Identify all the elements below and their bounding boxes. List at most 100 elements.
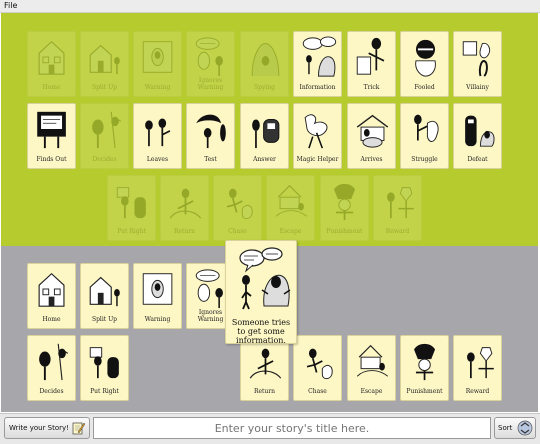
decides-illustration [92,111,122,149]
card-label: Home [42,316,61,323]
palette-card-defeat[interactable]: Defeat [453,103,502,169]
card-label: Arrives [360,156,383,163]
punishment-illustration [414,343,436,381]
story-card-escape[interactable]: Escape [347,335,396,401]
palette-card-villainy[interactable]: Villainy [453,31,502,97]
palette-card-home: Home [27,31,76,97]
chase-illustration [306,348,333,380]
information-illustration [302,36,337,77]
card-label: Decides [92,156,117,163]
put-right-illustration [89,347,119,379]
sort-label: Sort [498,424,513,432]
palette-card-chase: Chase [213,175,262,241]
card-label: Finds Out [36,156,67,163]
card-label: Escape [279,228,302,235]
card-label: Punishment [406,388,443,395]
chase-illustration [226,188,253,220]
card-label: Reward [385,228,410,235]
struggle-illustration [414,114,439,142]
palette-card-punishment: Punishment [320,175,369,241]
reward-illustration [467,347,494,379]
palette-card-fooled[interactable]: Fooled [400,31,449,97]
palette-card-test[interactable]: Test [186,103,235,169]
finds-out-illustration [37,111,66,149]
write-story-button[interactable]: Write your Story! [4,417,90,439]
villainy-illustration [462,41,491,77]
palette-card-decides: Decides [80,103,129,169]
card-label: Information [299,84,336,91]
palette-card-warning: Warning [133,31,182,97]
story-card-split-up[interactable]: Split Up [80,263,129,329]
story-card-decides[interactable]: Decides [27,335,76,401]
palette-card-information[interactable]: Information [293,31,342,97]
answer-illustration [252,118,280,149]
palette-card-ignores-warning: Ignores Warning [186,31,235,97]
sort-arrows-icon [517,420,533,436]
escape-illustration [275,184,308,217]
story-card-reward[interactable]: Reward [453,335,502,401]
leaves-illustration [145,118,171,147]
card-label: Trick [363,84,380,91]
palette-card-return: Return [160,175,209,241]
card-label: Magic Helper [296,156,339,163]
split-up-illustration [89,276,120,307]
return-illustration [249,348,282,379]
card-label: Chase [308,388,327,395]
sort-button[interactable]: Sort [494,417,536,439]
warning-illustration [142,273,173,305]
trick-illustration [356,37,385,75]
card-label: Warning [144,316,171,323]
palette-card-leaves[interactable]: Leaves [133,103,182,169]
return-illustration [169,188,202,219]
card-label: Return [173,228,196,235]
decides-illustration [39,343,69,381]
card-label: Put Right [117,228,146,235]
card-label: Answer [253,156,276,163]
palette-card-trick[interactable]: Trick [347,31,396,97]
story-card-chase[interactable]: Chase [293,335,342,401]
card-label: Return [253,388,276,395]
menu-bar: File [0,0,540,13]
card-label: Defeat [467,156,488,163]
card-label: Split Up [91,84,117,91]
palette-card-magic-helper[interactable]: Magic Helper [293,103,342,169]
palette-card-arrives[interactable]: Arrives [347,103,396,169]
story-card-punishment[interactable]: Punishment [400,335,449,401]
story-card-warning[interactable]: Warning [133,263,182,329]
dragged-card-information[interactable]: Someone tries to get some information. [225,240,297,345]
card-label: Ignores Warning [197,77,224,91]
card-label: Home [42,84,61,91]
card-label: Leaves [146,156,169,163]
split-up-illustration [89,44,120,75]
palette-card-struggle[interactable]: Struggle [400,103,449,169]
card-label: Test [204,156,217,163]
card-label: Warning [144,84,171,91]
palette-card-escape: Escape [266,175,315,241]
card-label: Decides [39,388,64,395]
menu-file[interactable]: File [4,0,17,12]
card-label: Reward [465,388,490,395]
defeat-illustration [465,115,495,147]
fooled-illustration [415,39,436,77]
punishment-illustration [334,183,356,221]
test-illustration [196,114,226,149]
palette-card-answer[interactable]: Answer [240,103,289,169]
bottom-toolbar: Write your Story! Sort [0,413,540,444]
warning-illustration [142,41,173,73]
card-label: Villainy [466,84,489,91]
story-title-input[interactable] [93,417,491,439]
ignores-warning-illustration [195,37,223,77]
pencil-paper-icon [72,422,85,435]
card-label: Spying [254,84,275,91]
palette-card-spying: Spying [240,31,289,97]
palette-card-reward: Reward [373,175,422,241]
arrives-illustration [356,114,389,148]
card-label: Chase [228,228,247,235]
story-card-home[interactable]: Home [27,263,76,329]
palette-card-finds-out[interactable]: Finds Out [27,103,76,169]
home-illustration [38,272,65,307]
story-card-put-right[interactable]: Put Right [80,335,129,401]
spying-illustration [251,43,280,77]
card-label: Fooled [414,84,435,91]
card-label: Punishment [326,228,363,235]
